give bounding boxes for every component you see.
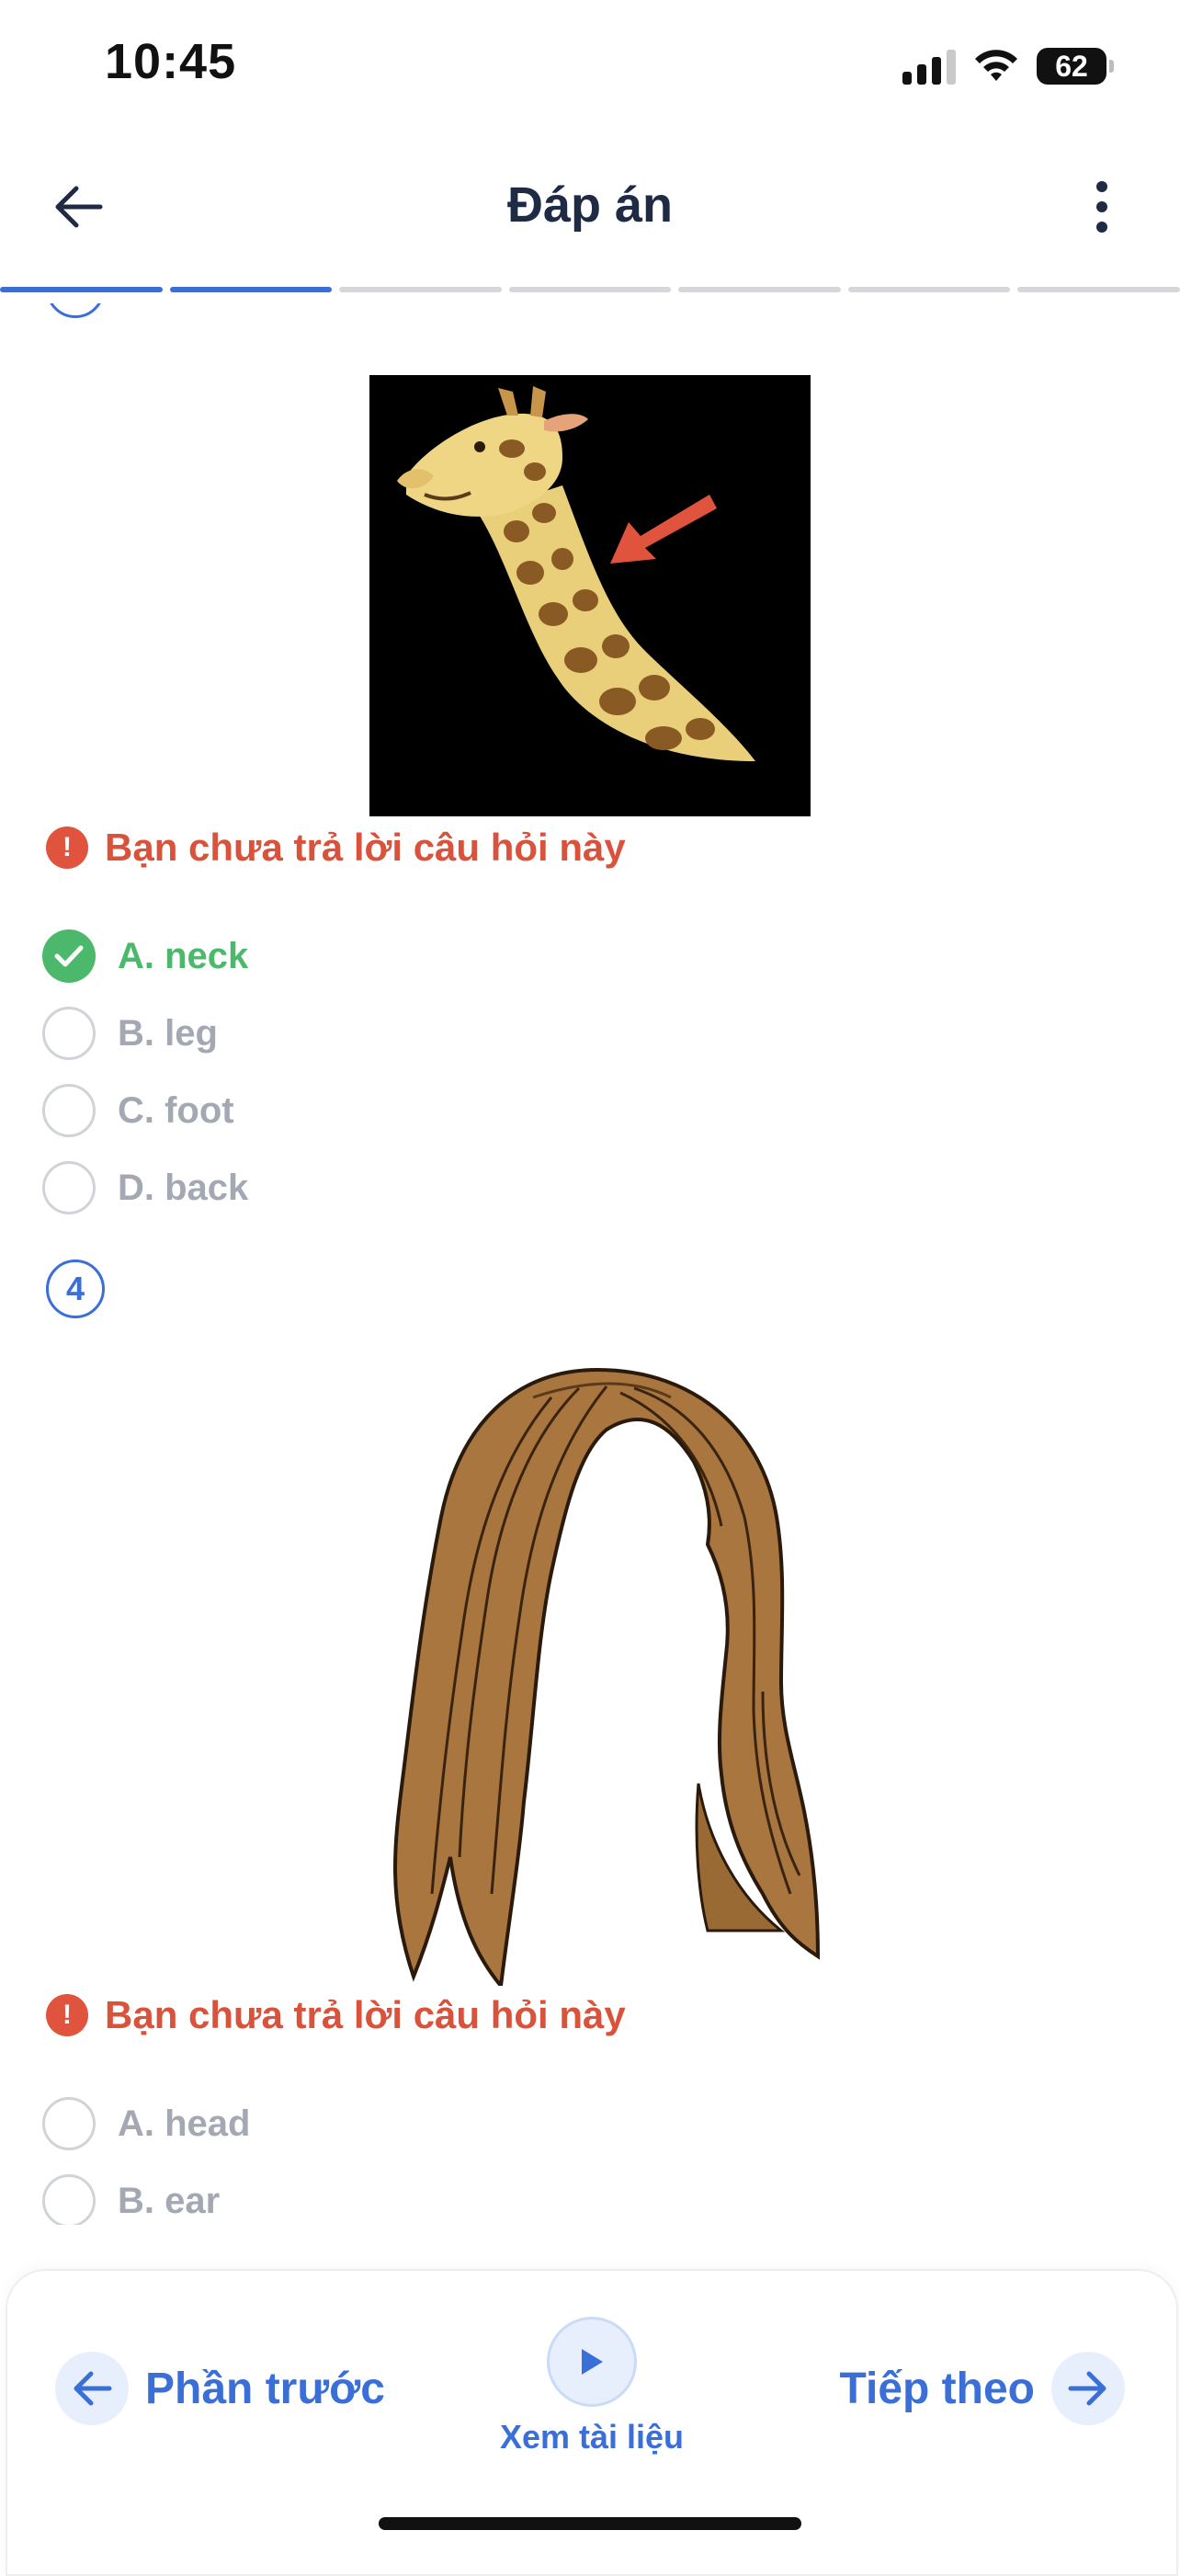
question-progress-tabs [0, 287, 1180, 294]
progress-segment[interactable] [847, 287, 1011, 292]
next-label: Tiếp theo [839, 2364, 1035, 2413]
option-label: B. ear [118, 2180, 221, 2221]
radio-circle-icon [42, 2097, 96, 2150]
option-label: D. back [118, 1167, 249, 1208]
alert-icon: ! [46, 826, 88, 869]
option-a[interactable]: A. neck [42, 927, 248, 986]
answer-content[interactable]: 3 [0, 303, 1180, 2225]
progress-segment[interactable] [0, 287, 163, 292]
question-number-badge: 4 [46, 1260, 105, 1318]
page-title: Đáp án [506, 177, 674, 233]
more-vertical-icon [1096, 181, 1107, 233]
cellular-signal-icon [902, 48, 956, 85]
next-button[interactable]: Tiếp theo [840, 2352, 1125, 2425]
wifi-icon [975, 50, 1017, 81]
radio-circle-icon [42, 1007, 96, 1060]
progress-segment[interactable] [339, 287, 502, 292]
warning-text: Bạn chưa trả lời câu hỏi này [105, 1993, 626, 2036]
progress-segment[interactable] [1017, 287, 1180, 292]
home-indicator[interactable] [379, 2517, 801, 2530]
unanswered-warning: ! Bạn chưa trả lời câu hỏi này [46, 1993, 626, 2037]
option-label: B. leg [118, 1012, 218, 1054]
progress-segment[interactable] [508, 287, 672, 292]
view-document-label: Xem tài liệu [499, 2418, 685, 2456]
option-label: A. head [118, 2103, 251, 2144]
status-time: 10:45 [105, 34, 237, 89]
option-b[interactable]: B. leg [42, 1004, 218, 1063]
radio-circle-icon [42, 1161, 96, 1214]
warning-text: Bạn chưa trả lời câu hỏi này [105, 826, 626, 869]
battery-icon: 62 [1037, 48, 1114, 85]
arrow-right-icon [1051, 2352, 1125, 2425]
option-label: A. neck [118, 935, 249, 976]
option-c[interactable]: C. foot [42, 1081, 234, 1140]
header: Đáp án [0, 156, 1180, 257]
question-number-badge: 3 [46, 303, 105, 318]
giraffe-image [369, 375, 811, 816]
option-a[interactable]: A. head [42, 2094, 250, 2153]
option-b[interactable]: B. ear [42, 2171, 220, 2225]
unanswered-warning: ! Bạn chưa trả lời câu hỏi này [46, 826, 626, 870]
progress-segment[interactable] [169, 287, 333, 292]
hair-image [303, 1342, 882, 1990]
option-label: C. foot [118, 1089, 234, 1131]
radio-circle-icon [42, 2174, 96, 2225]
status-bar: 10:45 62 [0, 0, 1180, 129]
status-icons: 62 [902, 44, 1114, 88]
play-icon [547, 2317, 637, 2407]
option-d[interactable]: D. back [42, 1158, 248, 1217]
more-options-button[interactable] [1061, 165, 1143, 248]
check-circle-icon [42, 929, 96, 983]
battery-level: 62 [1055, 49, 1088, 83]
radio-circle-icon [42, 1084, 96, 1137]
alert-icon: ! [46, 1994, 88, 2036]
progress-segment[interactable] [678, 287, 841, 292]
